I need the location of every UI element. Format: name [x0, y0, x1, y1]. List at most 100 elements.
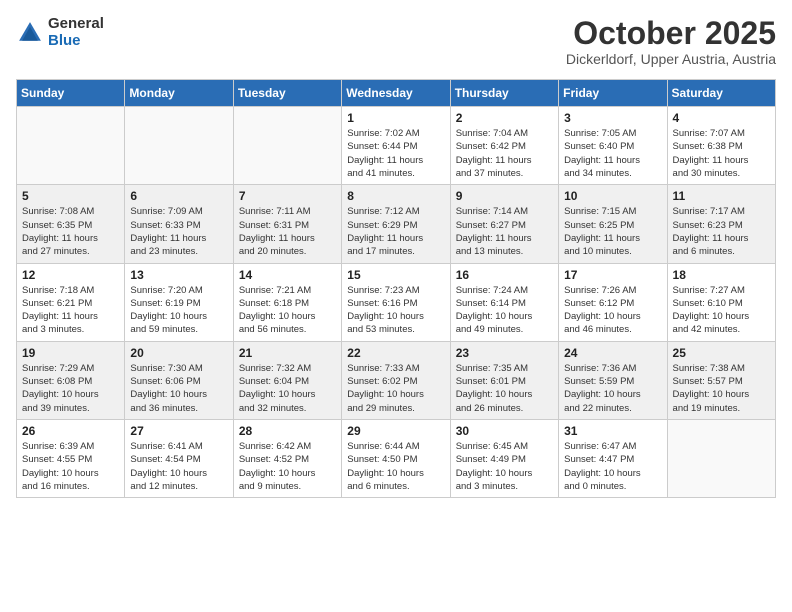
calendar-day: 31 Sunrise: 6:47 AMSunset: 4:47 PMDayligh…: [559, 419, 667, 497]
day-number: 7: [239, 189, 336, 203]
day-number: 21: [239, 346, 336, 360]
day-number: 17: [564, 268, 661, 282]
day-info: Sunrise: 6:42 AMSunset: 4:52 PMDaylight:…: [239, 440, 336, 493]
day-number: 1: [347, 111, 444, 125]
calendar-day: 2 Sunrise: 7:04 AMSunset: 6:42 PMDaylight…: [450, 107, 558, 185]
day-info: Sunrise: 7:09 AMSunset: 6:33 PMDaylight:…: [130, 205, 227, 258]
calendar-day: 26Sunrise: 6:39 AMSunset: 4:55 PMDayligh…: [17, 419, 125, 497]
month-title: October 2025: [566, 16, 776, 51]
day-number: 12: [22, 268, 119, 282]
weekday-header: Monday: [125, 80, 233, 107]
day-number: 16: [456, 268, 553, 282]
calendar-day: 14Sunrise: 7:21 AMSunset: 6:18 PMDayligh…: [233, 263, 341, 341]
day-info: Sunrise: 6:44 AMSunset: 4:50 PMDaylight:…: [347, 440, 444, 493]
day-info: Sunrise: 7:20 AMSunset: 6:19 PMDaylight:…: [130, 284, 227, 337]
day-number: 13: [130, 268, 227, 282]
weekday-header: Saturday: [667, 80, 775, 107]
day-number: 22: [347, 346, 444, 360]
day-info: Sunrise: 7:08 AMSunset: 6:35 PMDaylight:…: [22, 205, 119, 258]
calendar-day: 5 Sunrise: 7:08 AMSunset: 6:35 PMDaylight…: [17, 185, 125, 263]
day-info: Sunrise: 7:30 AMSunset: 6:06 PMDaylight:…: [130, 362, 227, 415]
calendar-week-row: 1 Sunrise: 7:02 AMSunset: 6:44 PMDaylight…: [17, 107, 776, 185]
day-info: Sunrise: 6:47 AMSunset: 4:47 PMDaylight:…: [564, 440, 661, 493]
calendar-day: [667, 419, 775, 497]
day-info: Sunrise: 6:45 AMSunset: 4:49 PMDaylight:…: [456, 440, 553, 493]
calendar-day: 24Sunrise: 7:36 AMSunset: 5:59 PMDayligh…: [559, 341, 667, 419]
day-info: Sunrise: 7:04 AMSunset: 6:42 PMDaylight:…: [456, 127, 553, 180]
day-info: Sunrise: 7:14 AMSunset: 6:27 PMDaylight:…: [456, 205, 553, 258]
day-info: Sunrise: 7:02 AMSunset: 6:44 PMDaylight:…: [347, 127, 444, 180]
day-info: Sunrise: 7:15 AMSunset: 6:25 PMDaylight:…: [564, 205, 661, 258]
day-number: 19: [22, 346, 119, 360]
day-info: Sunrise: 7:18 AMSunset: 6:21 PMDaylight:…: [22, 284, 119, 337]
calendar-day: [17, 107, 125, 185]
day-info: Sunrise: 7:29 AMSunset: 6:08 PMDaylight:…: [22, 362, 119, 415]
day-number: 25: [673, 346, 770, 360]
calendar-day: [125, 107, 233, 185]
day-number: 3: [564, 111, 661, 125]
location: Dickerldorf, Upper Austria, Austria: [566, 51, 776, 67]
calendar-day: 11 Sunrise: 7:17 AMSunset: 6:23 PMDayligh…: [667, 185, 775, 263]
calendar-week-row: 19 Sunrise: 7:29 AMSunset: 6:08 PMDayligh…: [17, 341, 776, 419]
calendar-day: 7 Sunrise: 7:11 AMSunset: 6:31 PMDaylight…: [233, 185, 341, 263]
day-info: Sunrise: 7:23 AMSunset: 6:16 PMDaylight:…: [347, 284, 444, 337]
calendar-day: 19 Sunrise: 7:29 AMSunset: 6:08 PMDayligh…: [17, 341, 125, 419]
title-block: October 2025 Dickerldorf, Upper Austria,…: [566, 16, 776, 67]
calendar-day: 12 Sunrise: 7:18 AMSunset: 6:21 PMDayligh…: [17, 263, 125, 341]
calendar-day: 4Sunrise: 7:07 AMSunset: 6:38 PMDaylight…: [667, 107, 775, 185]
logo: General Blue: [16, 16, 104, 49]
calendar-day: 22Sunrise: 7:33 AMSunset: 6:02 PMDayligh…: [342, 341, 450, 419]
day-number: 2: [456, 111, 553, 125]
day-info: Sunrise: 7:11 AMSunset: 6:31 PMDaylight:…: [239, 205, 336, 258]
calendar-week-row: 5 Sunrise: 7:08 AMSunset: 6:35 PMDaylight…: [17, 185, 776, 263]
calendar-day: 29 Sunrise: 6:44 AMSunset: 4:50 PMDayligh…: [342, 419, 450, 497]
calendar-day: 10 Sunrise: 7:15 AMSunset: 6:25 PMDayligh…: [559, 185, 667, 263]
day-number: 27: [130, 424, 227, 438]
weekday-header-row: SundayMondayTuesdayWednesdayThursdayFrid…: [17, 80, 776, 107]
logo-blue: Blue: [48, 33, 104, 50]
day-info: Sunrise: 7:32 AMSunset: 6:04 PMDaylight:…: [239, 362, 336, 415]
calendar-day: 3Sunrise: 7:05 AMSunset: 6:40 PMDaylight…: [559, 107, 667, 185]
day-number: 6: [130, 189, 227, 203]
calendar-day: 20 Sunrise: 7:30 AMSunset: 6:06 PMDayligh…: [125, 341, 233, 419]
day-number: 26: [22, 424, 119, 438]
day-number: 30: [456, 424, 553, 438]
calendar-day: 27 Sunrise: 6:41 AMSunset: 4:54 PMDayligh…: [125, 419, 233, 497]
day-number: 28: [239, 424, 336, 438]
calendar-day: 28 Sunrise: 6:42 AMSunset: 4:52 PMDayligh…: [233, 419, 341, 497]
calendar-day: 9 Sunrise: 7:14 AMSunset: 6:27 PMDaylight…: [450, 185, 558, 263]
day-number: 10: [564, 189, 661, 203]
logo-icon: [16, 19, 44, 47]
calendar-table: SundayMondayTuesdayWednesdayThursdayFrid…: [16, 79, 776, 498]
calendar-day: 1 Sunrise: 7:02 AMSunset: 6:44 PMDaylight…: [342, 107, 450, 185]
day-number: 18: [673, 268, 770, 282]
calendar-day: 23 Sunrise: 7:35 AMSunset: 6:01 PMDayligh…: [450, 341, 558, 419]
day-number: 5: [22, 189, 119, 203]
logo-text: General Blue: [48, 16, 104, 49]
calendar-day: [233, 107, 341, 185]
day-info: Sunrise: 7:38 AMSunset: 5:57 PMDaylight:…: [673, 362, 770, 415]
day-info: Sunrise: 7:35 AMSunset: 6:01 PMDaylight:…: [456, 362, 553, 415]
page-header: General Blue October 2025 Dickerldorf, U…: [16, 16, 776, 67]
day-number: 9: [456, 189, 553, 203]
day-info: Sunrise: 7:27 AMSunset: 6:10 PMDaylight:…: [673, 284, 770, 337]
day-info: Sunrise: 7:17 AMSunset: 6:23 PMDaylight:…: [673, 205, 770, 258]
day-number: 20: [130, 346, 227, 360]
day-info: Sunrise: 7:24 AMSunset: 6:14 PMDaylight:…: [456, 284, 553, 337]
day-number: 15: [347, 268, 444, 282]
day-number: 31: [564, 424, 661, 438]
day-number: 29: [347, 424, 444, 438]
calendar-day: 21 Sunrise: 7:32 AMSunset: 6:04 PMDayligh…: [233, 341, 341, 419]
calendar-week-row: 12 Sunrise: 7:18 AMSunset: 6:21 PMDayligh…: [17, 263, 776, 341]
weekday-header: Thursday: [450, 80, 558, 107]
calendar-day: 13 Sunrise: 7:20 AMSunset: 6:19 PMDayligh…: [125, 263, 233, 341]
day-info: Sunrise: 7:21 AMSunset: 6:18 PMDaylight:…: [239, 284, 336, 337]
day-number: 11: [673, 189, 770, 203]
day-number: 23: [456, 346, 553, 360]
day-info: Sunrise: 7:36 AMSunset: 5:59 PMDaylight:…: [564, 362, 661, 415]
calendar-day: 16 Sunrise: 7:24 AMSunset: 6:14 PMDayligh…: [450, 263, 558, 341]
calendar-day: 15 Sunrise: 7:23 AMSunset: 6:16 PMDayligh…: [342, 263, 450, 341]
calendar-day: 17Sunrise: 7:26 AMSunset: 6:12 PMDayligh…: [559, 263, 667, 341]
day-info: Sunrise: 6:41 AMSunset: 4:54 PMDaylight:…: [130, 440, 227, 493]
weekday-header: Sunday: [17, 80, 125, 107]
